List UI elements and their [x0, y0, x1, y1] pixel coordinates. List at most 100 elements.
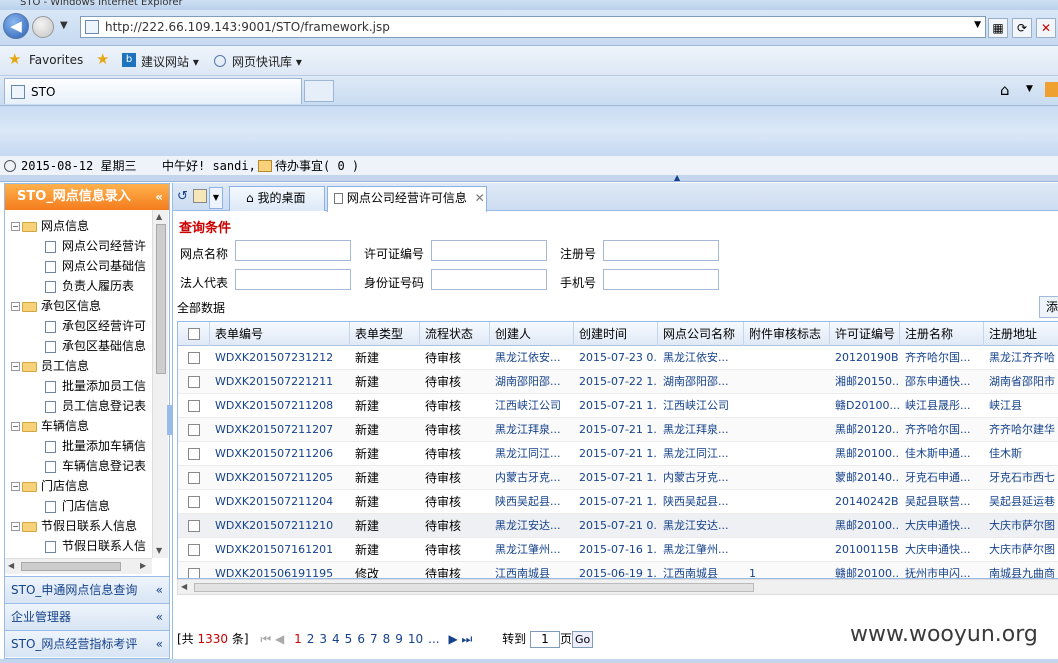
- tab-dropdown-icon[interactable]: ▼: [209, 187, 223, 209]
- page-link[interactable]: ...: [428, 632, 439, 646]
- col-company-name[interactable]: 网点公司名称: [658, 322, 744, 346]
- scroll-down-icon[interactable]: ▼: [156, 546, 162, 555]
- tree-toggle-icon[interactable]: −: [11, 422, 20, 431]
- add-favorite-icon[interactable]: ★: [96, 50, 109, 68]
- address-dropdown-icon[interactable]: ▼: [974, 20, 981, 30]
- address-bar[interactable]: http://222.66.109.143:9001/STO/framework…: [80, 16, 986, 38]
- nav-history-dropdown-icon[interactable]: ▼: [60, 20, 68, 31]
- phone-input[interactable]: [603, 269, 719, 290]
- legal-rep-input[interactable]: [235, 269, 351, 290]
- add-button[interactable]: 添: [1039, 296, 1058, 318]
- tree-toggle-icon[interactable]: −: [11, 482, 20, 491]
- feeds-icon[interactable]: [1045, 82, 1058, 97]
- tree-folder-vehicles[interactable]: − 车辆信息: [11, 416, 89, 436]
- col-license-no[interactable]: 许可证编号: [830, 322, 900, 346]
- suggested-sites-link[interactable]: 建议网站 ▾: [141, 53, 199, 70]
- close-tab-icon[interactable]: ✕: [475, 191, 485, 205]
- tree-toggle-icon[interactable]: −: [11, 362, 20, 371]
- last-page-icon[interactable]: ⏭: [462, 632, 473, 646]
- expand-chevron-icon[interactable]: «: [156, 577, 163, 603]
- scroll-left-icon[interactable]: ◀: [8, 561, 14, 570]
- row-checkbox[interactable]: [188, 520, 200, 532]
- grid-hscroll-thumb[interactable]: [194, 583, 754, 592]
- row-checkbox[interactable]: [188, 472, 200, 484]
- tree-folder-outlets[interactable]: − 网点信息: [11, 216, 89, 236]
- row-checkbox[interactable]: [188, 496, 200, 508]
- expand-chevron-icon[interactable]: «: [156, 631, 163, 657]
- hscroll-thumb[interactable]: [21, 562, 121, 571]
- form-no-link[interactable]: WDXK201507211206: [210, 442, 350, 466]
- form-no-link[interactable]: WDXK201507211210: [210, 514, 350, 538]
- tree-item-staff-register[interactable]: 员工信息登记表: [45, 396, 146, 416]
- tree-folder-stores[interactable]: − 门店信息: [11, 476, 89, 496]
- form-no-link[interactable]: WDXK201506191195: [210, 562, 350, 578]
- prev-page-icon[interactable]: ◀: [275, 632, 284, 646]
- home-dropdown-icon[interactable]: ▼: [1026, 84, 1033, 94]
- row-checkbox[interactable]: [188, 352, 200, 364]
- row-checkbox[interactable]: [188, 376, 200, 388]
- web-slice-gallery-link[interactable]: 网页快讯库 ▾: [232, 53, 302, 70]
- col-attachment-flag[interactable]: 附件审核标志: [744, 322, 830, 346]
- row-checkbox[interactable]: [188, 544, 200, 556]
- url-text[interactable]: http://222.66.109.143:9001/STO/framework…: [105, 20, 390, 34]
- grid-horizontal-scrollbar[interactable]: ◀: [177, 579, 1058, 595]
- page-link[interactable]: 2: [307, 632, 315, 646]
- table-row[interactable]: WDXK201507211208 新建 待审核 江西峡江公司 2015-07-21 1.…: [178, 394, 1058, 418]
- form-no-link[interactable]: WDXK201507221211: [210, 370, 350, 394]
- page-link[interactable]: 8: [383, 632, 391, 646]
- page-link[interactable]: 6: [357, 632, 365, 646]
- table-row[interactable]: WDXK201507211205 新建 待审核 内蒙古牙克... 2015-07-21 …: [178, 466, 1058, 490]
- tree-toggle-icon[interactable]: −: [11, 222, 20, 231]
- select-all-checkbox[interactable]: [188, 328, 200, 340]
- collapse-panel-icon[interactable]: «: [155, 184, 163, 210]
- page-link[interactable]: 10: [408, 632, 423, 646]
- form-no-link[interactable]: WDXK201507231212: [210, 346, 350, 370]
- tree-item-contract-license[interactable]: 承包区经营许可: [45, 316, 146, 336]
- table-row[interactable]: WDXK201507211207 新建 待审核 黑龙江拜泉... 2015-07-21 …: [178, 418, 1058, 442]
- close-icon[interactable]: ✕: [1036, 18, 1056, 38]
- tree-item-basic-info[interactable]: 网点公司基础信: [45, 256, 146, 276]
- tree-item-batch-vehicle[interactable]: 批量添加车辆信: [45, 436, 146, 456]
- tree-item-holiday-contact[interactable]: 节假日联系人信: [45, 536, 146, 556]
- refresh-icon[interactable]: ⟳: [1012, 18, 1032, 38]
- col-form-type[interactable]: 表单类型: [350, 322, 420, 346]
- form-no-link[interactable]: WDXK201507211207: [210, 418, 350, 442]
- outlet-name-input[interactable]: [235, 240, 351, 261]
- page-link[interactable]: 9: [395, 632, 403, 646]
- refresh-tab-icon[interactable]: ↺: [177, 189, 188, 204]
- forward-arrow-icon[interactable]: [32, 16, 54, 38]
- header-select-all[interactable]: [178, 322, 210, 346]
- tree-item-store-info[interactable]: 门店信息: [45, 496, 110, 516]
- row-checkbox[interactable]: [188, 568, 200, 578]
- col-reg-name[interactable]: 注册名称: [900, 322, 984, 346]
- todo-link[interactable]: 待办事宜( 0 ): [275, 156, 359, 176]
- browser-tab[interactable]: STO: [4, 78, 302, 104]
- accordion-kpi-eval[interactable]: STO_网点经营指标考评 «: [5, 630, 169, 657]
- tree-folder-holiday[interactable]: − 节假日联系人信息: [11, 516, 137, 536]
- page-jump-input[interactable]: 1: [529, 631, 560, 648]
- id-no-input[interactable]: [431, 269, 547, 290]
- form-no-link[interactable]: WDXK201507161201: [210, 538, 350, 562]
- col-flow-status[interactable]: 流程状态: [420, 322, 490, 346]
- tree-item-vehicle-register[interactable]: 车辆信息登记表: [45, 456, 146, 476]
- new-tab-button[interactable]: [304, 80, 334, 102]
- bottom-splitter[interactable]: [0, 659, 1058, 663]
- horizontal-splitter[interactable]: ▲: [0, 173, 1058, 182]
- page-link[interactable]: 5: [345, 632, 353, 646]
- tree-folder-contract[interactable]: − 承包区信息: [11, 296, 101, 316]
- tree-item-batch-staff[interactable]: 批量添加员工信: [45, 376, 146, 396]
- license-no-input[interactable]: [431, 240, 547, 261]
- accordion-outlet-query[interactable]: STO_申通网点信息查询 «: [5, 576, 169, 603]
- accordion-enterprise-manager[interactable]: 企业管理器 «: [5, 603, 169, 630]
- go-button[interactable]: Go: [572, 631, 594, 648]
- table-row[interactable]: WDXK201507211204 新建 待审核 陕西吴起县... 2015-07-21 …: [178, 490, 1058, 514]
- tab-menu-icon[interactable]: [193, 189, 207, 203]
- tab-license-info[interactable]: 网点公司经营许可信息 ✕: [327, 186, 487, 212]
- first-page-icon[interactable]: ⏮: [260, 632, 271, 646]
- grid-scroll-left-icon[interactable]: ◀: [181, 582, 187, 591]
- table-row[interactable]: WDXK201507231212 新建 待审核 黑龙江依安... 2015-07-23 …: [178, 346, 1058, 370]
- row-checkbox[interactable]: [188, 448, 200, 460]
- tree-item-contract-basic[interactable]: 承包区基础信息: [45, 336, 146, 356]
- form-no-link[interactable]: WDXK201507211205: [210, 466, 350, 490]
- tab-my-desktop[interactable]: ⌂ 我的桌面: [229, 186, 325, 211]
